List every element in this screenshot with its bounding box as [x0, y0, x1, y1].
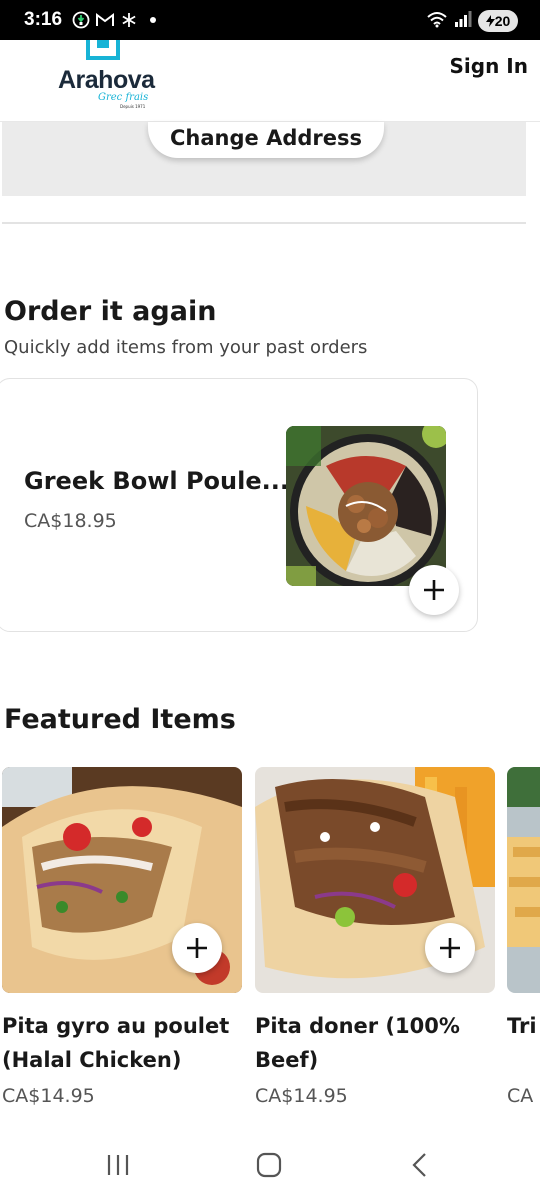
- snowflake-icon: [120, 11, 138, 29]
- change-address-button[interactable]: Change Address: [148, 122, 384, 158]
- plus-icon: [187, 938, 207, 958]
- home-button[interactable]: [249, 1148, 289, 1182]
- app-header: Arahova Grec frais Depuis 1971 Sign In: [0, 40, 540, 122]
- charging-icon: [485, 15, 495, 27]
- logo-mark-icon: [86, 40, 120, 60]
- logo-name: Arahova: [58, 66, 155, 94]
- battery-indicator: 20: [478, 10, 518, 32]
- gmail-icon: [96, 11, 114, 29]
- order-item-name: Greek Bowl Poule...: [24, 467, 289, 495]
- add-greek-bowl-button[interactable]: [409, 565, 459, 615]
- sign-in-button[interactable]: Sign In: [450, 54, 528, 78]
- address-panel: Change Address: [2, 122, 526, 196]
- featured-item-price: CA$14.95: [2, 1085, 95, 1107]
- order-again-title: Order it again: [4, 296, 217, 327]
- back-icon: [412, 1153, 426, 1177]
- home-icon: [256, 1152, 282, 1178]
- featured-item-name: Pita doner (100% Beef): [255, 1014, 460, 1072]
- greek-bowl-image: [286, 426, 446, 586]
- featured-item-price: CA: [507, 1085, 534, 1107]
- status-time: 3:16: [24, 9, 63, 30]
- order-again-subtitle: Quickly add items from your past orders: [4, 337, 368, 358]
- logo-since: Depuis 1971: [120, 104, 146, 109]
- location-icon: [72, 11, 90, 29]
- plus-icon: [440, 938, 460, 958]
- arahova-logo[interactable]: Arahova Grec frais Depuis 1971: [56, 40, 166, 116]
- plus-icon: [424, 580, 444, 600]
- signal-icon: [454, 11, 472, 31]
- battery-level: 20: [494, 13, 511, 29]
- order-item-price: CA$18.95: [24, 510, 117, 532]
- status-notification-icons: [72, 11, 162, 29]
- divider: [2, 222, 526, 224]
- recent-apps-button[interactable]: [98, 1148, 138, 1182]
- featured-item-card[interactable]: Tri CA: [507, 767, 540, 1127]
- change-address-label: Change Address: [170, 126, 362, 150]
- status-bar: 3:16 20: [0, 0, 540, 40]
- featured-items-title: Featured Items: [4, 704, 236, 735]
- status-system-icons: 20: [426, 10, 518, 32]
- featured-item-price: CA$14.95: [255, 1085, 348, 1107]
- recent-apps-icon: [107, 1155, 129, 1175]
- fries-image: [507, 767, 540, 993]
- system-nav-bar: [0, 1130, 540, 1200]
- order-again-card[interactable]: Greek Bowl Poule... CA$18.95: [0, 378, 478, 632]
- dot-icon: [144, 11, 162, 29]
- featured-item-name: Pita gyro au poulet (Halal Chicken): [2, 1014, 230, 1072]
- back-button[interactable]: [400, 1148, 440, 1182]
- wifi-icon: [426, 10, 448, 32]
- add-pita-doner-button[interactable]: [425, 923, 475, 973]
- logo-tagline: Grec frais: [98, 92, 149, 103]
- featured-item-name: Tri: [507, 1014, 537, 1038]
- add-pita-gyro-button[interactable]: [172, 923, 222, 973]
